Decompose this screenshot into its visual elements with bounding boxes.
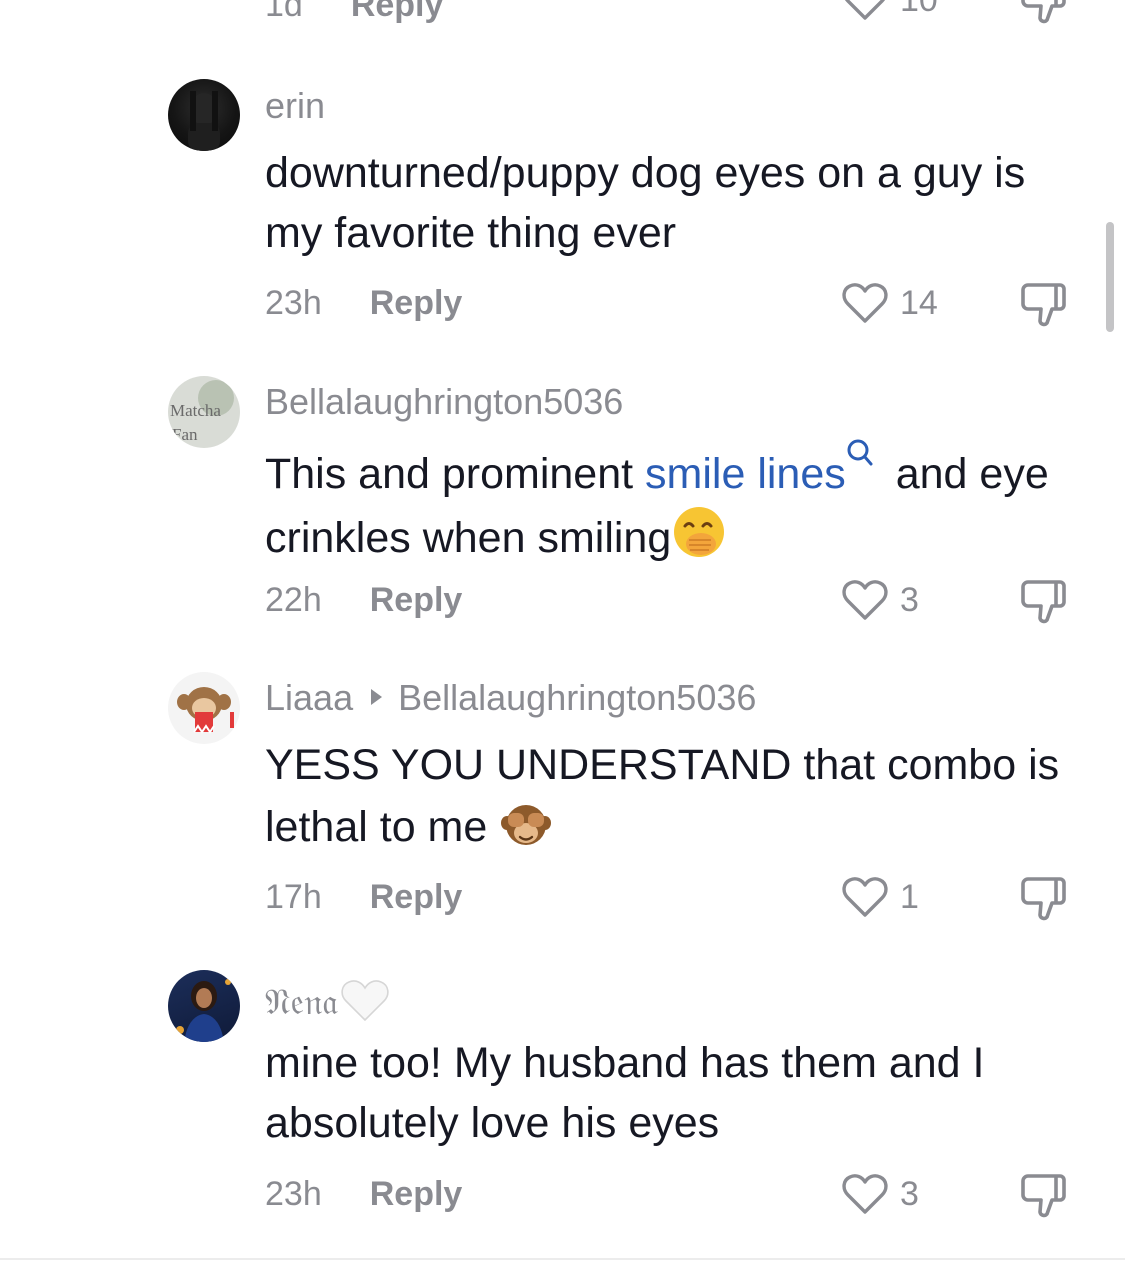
thumbs-down-icon[interactable]: [1020, 578, 1072, 624]
heart-outline-icon: [845, 0, 885, 20]
heart-outline-icon: [842, 1174, 888, 1214]
comment-username[interactable]: erin: [265, 88, 325, 124]
comment-text: YESS YOU UNDERSTAND that combo is lethal…: [265, 735, 1085, 857]
thumbs-down-icon[interactable]: [1020, 281, 1072, 327]
see-no-evil-monkey-emoji: [501, 805, 552, 845]
reply-arrow-icon: [371, 689, 383, 705]
avatar-text-matcha: Matcha: [170, 401, 221, 420]
like-count: 14: [900, 283, 938, 322]
like-button[interactable]: 1: [842, 875, 919, 919]
comment-text-part: YESS YOU UNDERSTAND that combo is lethal…: [265, 741, 1060, 851]
avatar[interactable]: [168, 970, 240, 1042]
avatar[interactable]: Matcha Fan: [168, 376, 240, 448]
like-button[interactable]: 10: [842, 0, 938, 22]
heart-outline-icon: [842, 580, 888, 620]
heart-outline-icon: [842, 877, 888, 917]
thumbs-down-icon[interactable]: [1020, 0, 1072, 24]
reply-author[interactable]: Liaaa: [265, 677, 353, 718]
comment-text-part: This and prominent: [265, 450, 646, 498]
comment-text: downturned/puppy dog eyes on a guy is my…: [265, 149, 1026, 257]
avatar-image: [177, 687, 234, 734]
heart-outline-icon: [842, 283, 888, 323]
like-count: 1: [900, 877, 919, 916]
comment-meta: 23h Reply: [265, 1177, 462, 1211]
avatar[interactable]: [168, 79, 240, 151]
comment-timestamp: 23h: [265, 1175, 322, 1213]
comment-timestamp: 23h: [265, 284, 322, 322]
like-button[interactable]: 3: [842, 1172, 919, 1216]
comment-text: mine too! My husband has them and I abso…: [265, 1039, 985, 1147]
comment-username: 𝔑𝔢𝔫𝔞: [265, 978, 390, 1024]
comment-meta: 22h Reply: [265, 583, 462, 617]
avatar-text-fan: Fan: [172, 425, 198, 444]
search-link[interactable]: smile lines: [645, 450, 846, 498]
like-button[interactable]: 3: [842, 578, 919, 622]
like-count: 3: [900, 1174, 919, 1213]
comment-timestamp: 17h: [265, 878, 322, 916]
thumbs-down-icon[interactable]: [1020, 1172, 1072, 1218]
divider: [0, 1258, 1125, 1260]
comment-username: Liaaa Bellalaughrington5036: [265, 680, 756, 716]
like-count: 3: [900, 580, 919, 619]
avatar-image: [188, 91, 220, 151]
reply-button[interactable]: Reply: [370, 581, 463, 619]
hand-over-mouth-face-emoji: [674, 507, 725, 557]
like-count: 10: [900, 0, 938, 20]
comment-username-text[interactable]: 𝔑𝔢𝔫𝔞: [265, 982, 338, 1023]
scrollbar-thumb[interactable]: [1106, 222, 1114, 332]
reply-button[interactable]: Reply: [370, 878, 463, 916]
comment-meta: 17h Reply: [265, 880, 462, 914]
comment-timestamp: 1d: [265, 0, 303, 24]
reply-button[interactable]: Reply: [370, 1175, 463, 1213]
like-button[interactable]: 14: [842, 281, 938, 325]
reply-button[interactable]: Reply: [370, 284, 463, 322]
comment-text: This and prominent smile lines and eye c…: [265, 438, 1085, 568]
search-icon[interactable]: [846, 438, 874, 468]
comment-meta: 1d Reply: [265, 0, 443, 22]
thumbs-down-icon[interactable]: [1020, 875, 1072, 921]
comment-username[interactable]: Bellalaughrington5036: [265, 384, 623, 420]
reply-to-user[interactable]: Bellalaughrington5036: [398, 677, 756, 718]
white-heart-emoji: [341, 980, 389, 1022]
avatar[interactable]: [168, 672, 240, 744]
reply-button[interactable]: Reply: [351, 0, 444, 24]
comment-meta: 23h Reply: [265, 286, 462, 320]
comment-timestamp: 22h: [265, 581, 322, 619]
avatar-image: [176, 979, 231, 1042]
avatar-image: Matcha Fan: [170, 380, 234, 444]
